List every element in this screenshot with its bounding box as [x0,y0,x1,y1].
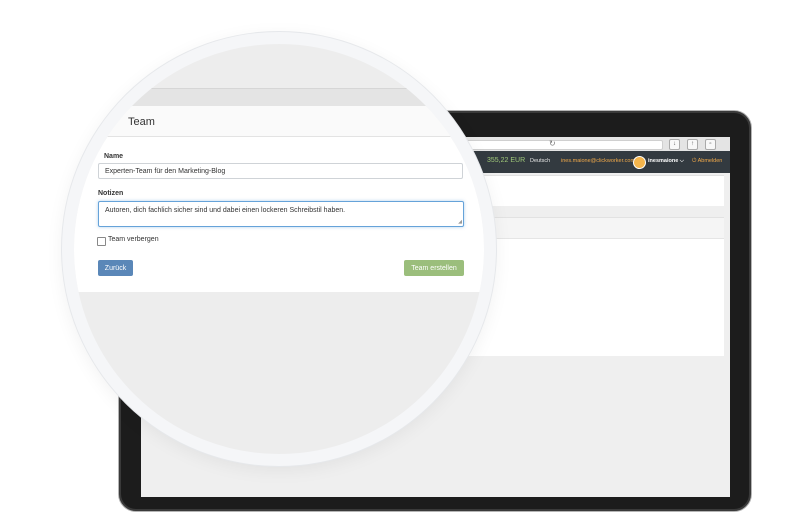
user-menu[interactable]: inesmaione ⌵ [648,158,684,165]
logout-link[interactable]: ⏻ Abmelden [692,158,722,165]
magnifier-lens: Team Name Experten-Team für den Marketin… [62,32,496,466]
modal-title: Team [128,116,155,128]
chevron-down-icon: ⌵ [679,158,684,164]
notes-text: Autoren, dich fachlich sicher sind und d… [105,207,346,214]
user-email[interactable]: ines.maione@clickworker.com [561,158,635,164]
hide-team-label[interactable]: Team verbergen [108,236,159,243]
create-team-button[interactable]: Team erstellen [404,260,464,276]
download-icon[interactable]: ↓ [669,139,680,150]
reload-icon[interactable]: ↻ [549,139,556,149]
modal-header: Team [74,106,484,137]
team-name-input[interactable]: Experten-Team für den Marketing-Blog [98,163,463,179]
notes-textarea[interactable]: Autoren, dich fachlich sicher sind und d… [98,201,464,227]
notes-label: Notizen [98,190,124,197]
back-button[interactable]: Zurück [98,260,133,276]
power-icon: ⏻ [692,158,697,164]
language-selector[interactable]: Deutsch [530,158,550,164]
create-team-modal: Team Name Experten-Team für den Marketin… [74,106,484,292]
tabs-icon[interactable]: ▫ [705,139,716,150]
modal-backdrop-strip [74,88,484,107]
hide-team-checkbox[interactable] [97,237,106,246]
share-icon[interactable]: ↑ [687,139,698,150]
logout-label: Abmelden [697,158,723,164]
resize-handle-icon[interactable]: ◢ [458,219,462,225]
account-balance: 355,22 EUR [487,157,526,164]
username: inesmaione [648,158,679,164]
name-label: Name [104,153,124,160]
avatar[interactable] [633,156,646,169]
